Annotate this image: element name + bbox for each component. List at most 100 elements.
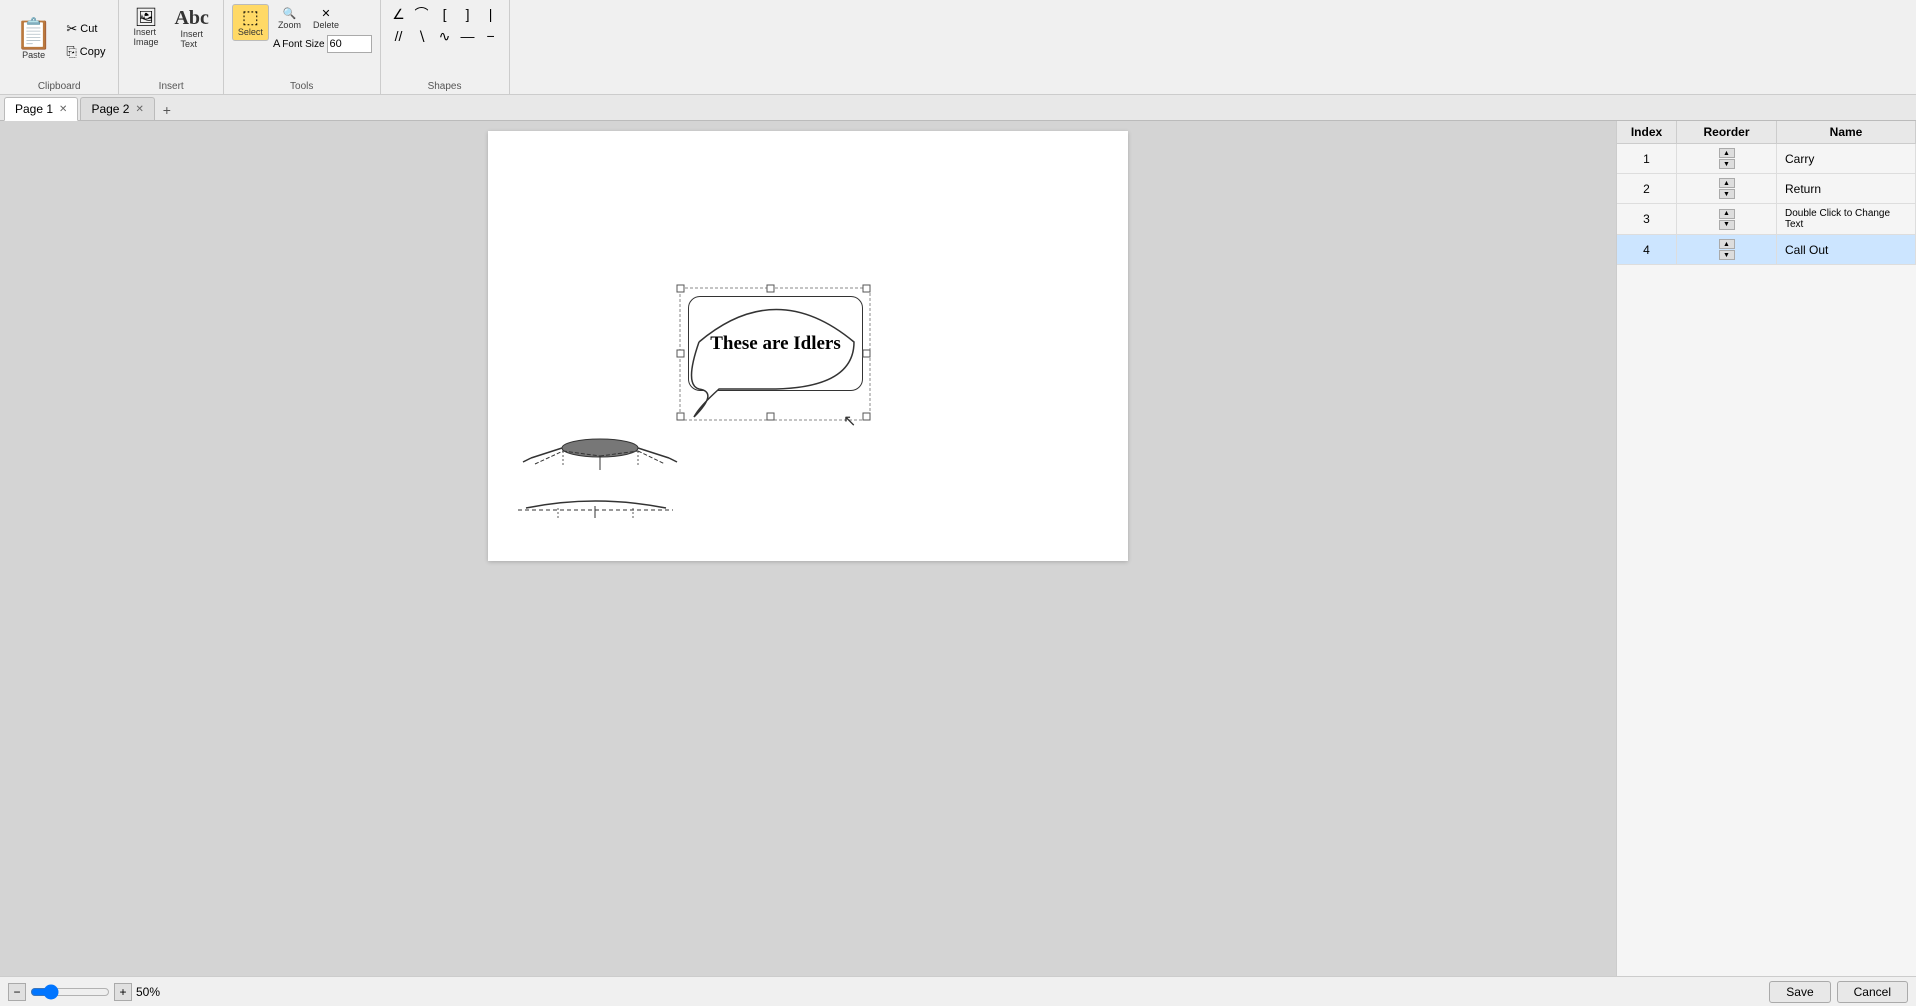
shape-angle[interactable]: ∠ [389,4,409,24]
insert-text-label: InsertText [180,29,203,49]
delete-button[interactable]: ✕ Delete [308,4,344,33]
reorder-up-3[interactable]: ▲ [1719,209,1735,219]
copy-button[interactable]: ⎘ Copy [61,41,110,63]
tabs-bar: Page 1 ✕ Page 2 ✕ + [0,95,1916,121]
callout-text: These are Idlers [702,325,849,363]
cut-label: Cut [80,23,97,35]
panel-cell-reorder-1: ▲ ▼ [1677,144,1777,173]
page-canvas: These are Idlers [488,131,1128,561]
shapes-row-1: ∠ ⌒ [ ] | [389,4,501,24]
select-button[interactable]: ⬚ Select [232,4,269,41]
tab-page1[interactable]: Page 1 ✕ [4,97,78,121]
insert-text-icon: Abc [174,8,208,28]
font-size-icon: A [273,38,280,50]
zoom-label: Zoom [278,20,301,30]
insert-image-icon: 🖼 [135,8,158,26]
canvas-area[interactable]: These are Idlers [0,121,1616,976]
reorder-up-2[interactable]: ▲ [1719,178,1735,188]
cut-icon: ✂ [66,21,77,37]
panel-cell-name-callout: Call Out [1777,235,1916,264]
right-panel: Index Reorder Name 1 ▲ ▼ Carry 2 ▲ ▼ [1616,121,1916,976]
cut-button[interactable]: ✂ Cut [61,18,110,40]
callout-shape[interactable]: These are Idlers [688,296,863,416]
shape-wave[interactable]: ∿ [435,26,455,46]
reorder-btns-3: ▲ ▼ [1719,209,1735,230]
tab-page2[interactable]: Page 2 ✕ [80,97,154,120]
insert-image-button[interactable]: 🖼 InsertImage [127,4,164,51]
panel-cell-name-text: Double Click to Change Text [1777,204,1916,234]
tab-page2-label: Page 2 [91,102,129,116]
header-index: Index [1617,121,1677,143]
return-idler-svg [518,496,673,526]
reorder-btns-2: ▲ ▼ [1719,178,1735,199]
paste-icon: 📋 [15,20,52,50]
zoom-slider[interactable] [30,985,110,999]
add-tab-button[interactable]: + [157,100,177,120]
shapes-group: ∠ ⌒ [ ] | // ∖ ∿ — − Shapes [381,0,510,94]
font-size-label: Font Size [282,39,324,50]
clipboard-group: 📋 Paste ✂ Cut ⎘ Copy Clipboard [0,0,119,94]
bottom-right-buttons: Save Cancel [1769,981,1908,1003]
carry-idler-svg [523,426,678,476]
shape-bracket-close[interactable]: ] [458,4,478,24]
panel-row-text[interactable]: 3 ▲ ▼ Double Click to Change Text [1617,204,1916,235]
reorder-up-4[interactable]: ▲ [1719,239,1735,249]
copy-label: Copy [80,46,106,58]
zoom-out-button[interactable]: − [8,983,26,1001]
paste-label: Paste [22,50,45,60]
shape-minus[interactable]: − [481,26,501,46]
panel-cell-reorder-2: ▲ ▼ [1677,174,1777,203]
shape-backslash[interactable]: ∖ [412,26,432,46]
select-icon: ⬚ [242,8,259,26]
zoom-button[interactable]: 🔍 Zoom [273,4,306,33]
panel-row-carry[interactable]: 1 ▲ ▼ Carry [1617,144,1916,174]
zoom-controls: − + 50% [8,983,160,1001]
panel-row-callout[interactable]: 4 ▲ ▼ Call Out [1617,235,1916,265]
reorder-down-1[interactable]: ▼ [1719,159,1735,169]
panel-cell-name-carry: Carry [1777,144,1916,173]
panel-header: Index Reorder Name [1617,121,1916,144]
reorder-btns-4: ▲ ▼ [1719,239,1735,260]
panel-row-return[interactable]: 2 ▲ ▼ Return [1617,174,1916,204]
reorder-down-4[interactable]: ▼ [1719,250,1735,260]
panel-cell-index-3: 3 [1617,204,1677,234]
panel-cell-reorder-4: ▲ ▼ [1677,235,1777,264]
paste-button[interactable]: 📋 Paste [8,15,59,65]
panel-cell-reorder-3: ▲ ▼ [1677,204,1777,234]
tab-page1-close[interactable]: ✕ [59,104,67,115]
zoom-in-button[interactable]: + [114,983,132,1001]
shape-bracket-open[interactable]: [ [435,4,455,24]
shapes-label: Shapes [381,81,509,92]
select-label: Select [238,27,263,37]
bottom-bar: − + 50% Save Cancel [0,976,1916,1006]
header-name: Name [1777,121,1916,143]
cancel-button[interactable]: Cancel [1837,981,1908,1003]
reorder-down-3[interactable]: ▼ [1719,220,1735,230]
header-reorder: Reorder [1677,121,1777,143]
reorder-btns-1: ▲ ▼ [1719,148,1735,169]
reorder-up-1[interactable]: ▲ [1719,148,1735,158]
tab-page2-close[interactable]: ✕ [135,104,143,115]
tab-page1-label: Page 1 [15,102,53,116]
tools-label: Tools [224,81,380,92]
insert-label: Insert [119,81,222,92]
carry-idler[interactable] [523,426,678,479]
insert-image-label: InsertImage [133,27,158,47]
copy-icon: ⎘ [66,44,76,60]
panel-cell-name-return: Return [1777,174,1916,203]
delete-icon: ✕ [321,7,330,20]
toolbar: 📋 Paste ✂ Cut ⎘ Copy Clipboard 🖼 InsertI… [0,0,1916,95]
shape-arc[interactable]: ⌒ [412,4,432,24]
insert-text-button[interactable]: Abc InsertText [168,4,214,53]
shape-dash[interactable]: — [458,26,478,46]
reorder-down-2[interactable]: ▼ [1719,189,1735,199]
panel-cell-index-4: 4 [1617,235,1677,264]
panel-cell-index-2: 2 [1617,174,1677,203]
shape-slash[interactable]: // [389,26,409,46]
zoom-icon: 🔍 [283,7,297,20]
save-button[interactable]: Save [1769,981,1830,1003]
shapes-row-2: // ∖ ∿ — − [389,26,501,46]
font-size-input[interactable] [327,35,372,53]
shape-pipe[interactable]: | [481,4,501,24]
return-idler[interactable] [518,496,673,529]
